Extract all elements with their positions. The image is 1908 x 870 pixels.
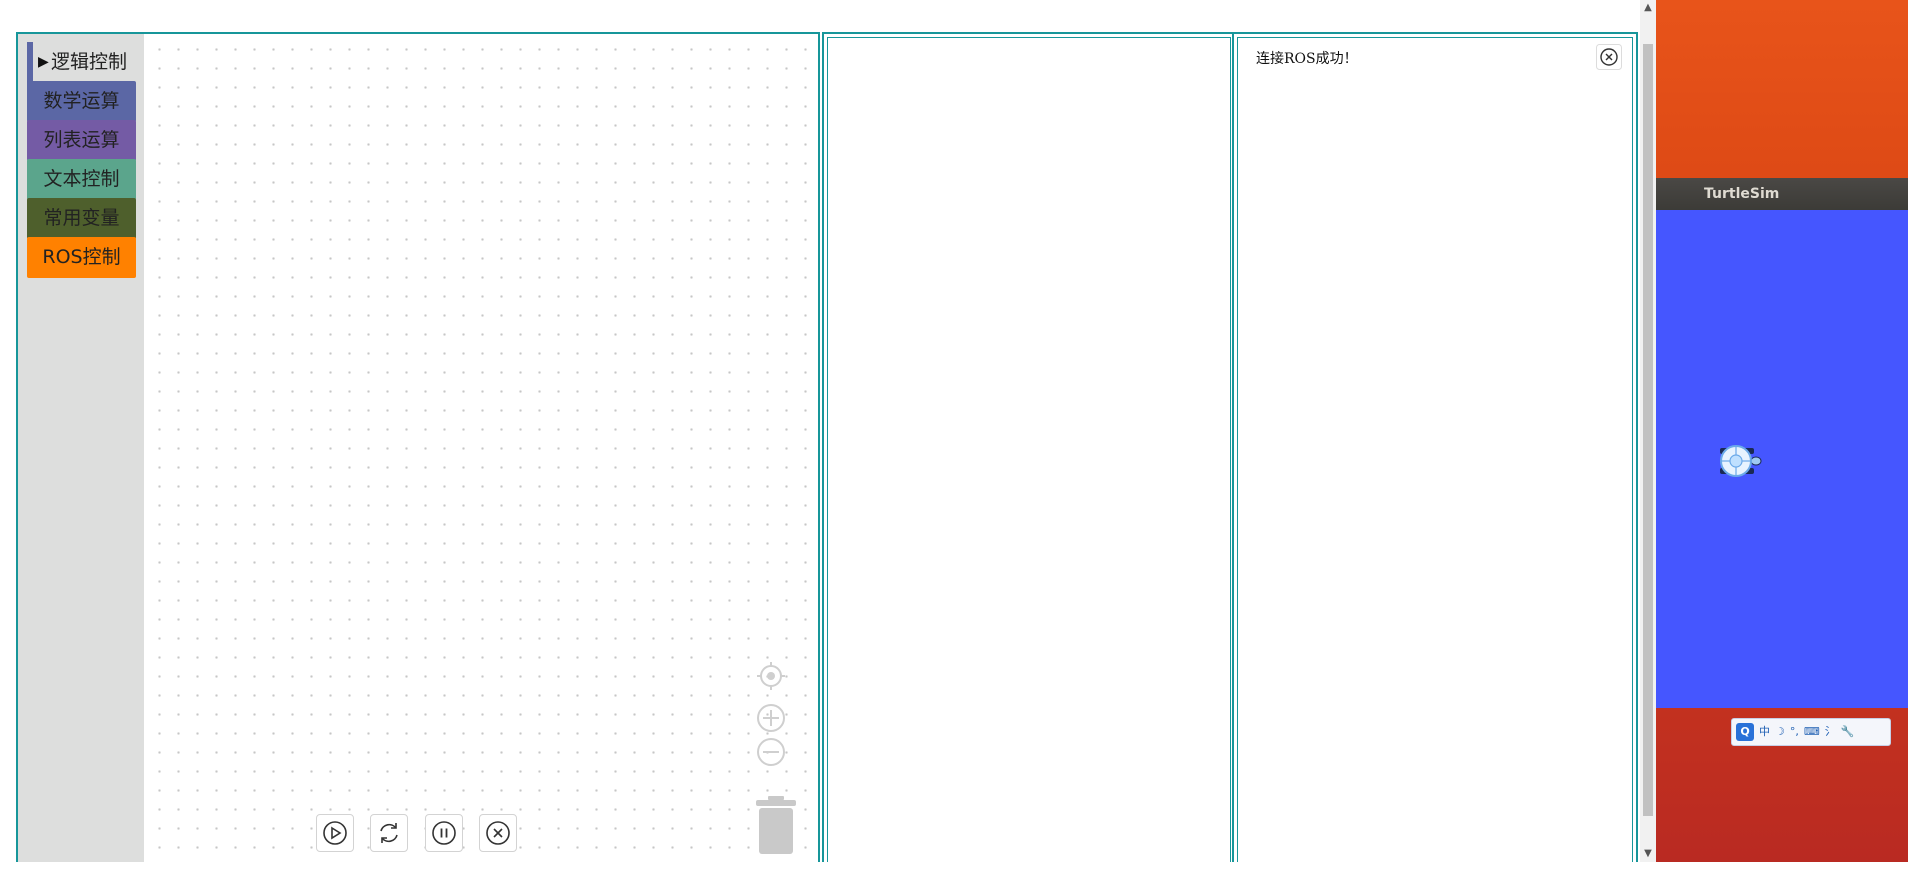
refresh-button[interactable] xyxy=(370,814,408,852)
turtlesim-title: TurtleSim xyxy=(1704,186,1780,202)
category-variables[interactable]: 常用变量 xyxy=(27,198,136,239)
turtlesim-titlebar[interactable]: TurtleSim xyxy=(1656,178,1908,210)
play-icon xyxy=(323,821,347,845)
expand-arrow-icon: ▶ xyxy=(38,54,49,70)
code-panel xyxy=(822,32,1236,866)
code-textarea[interactable] xyxy=(828,38,1234,866)
code-panel-inner xyxy=(827,37,1234,866)
tray-moon-icon[interactable]: ☽ xyxy=(1775,723,1785,741)
console-panel: 连接ROS成功！ xyxy=(1232,32,1638,862)
blockly-workspace: ▶ 逻辑控制 数学运算 列表运算 文本控制 常用变量 ROS控制 xyxy=(16,32,820,862)
app-container: ▶ 逻辑控制 数学运算 列表运算 文本控制 常用变量 ROS控制 连接ROS成功… xyxy=(16,32,1638,866)
tray-q-icon[interactable]: Q xyxy=(1736,723,1754,741)
stop-icon xyxy=(486,821,510,845)
zoom-out-icon[interactable] xyxy=(756,737,786,767)
tray-chinese-mode[interactable]: 中 xyxy=(1759,723,1770,741)
category-math[interactable]: 数学运算 xyxy=(27,81,136,122)
turtlesim-canvas xyxy=(1656,210,1908,708)
console-panel-inner: 连接ROS成功！ xyxy=(1237,37,1633,862)
console-message: 连接ROS成功！ xyxy=(1256,51,1358,67)
browser-page: ▶ 逻辑控制 数学运算 列表运算 文本控制 常用变量 ROS控制 连接ROS成功… xyxy=(0,0,1656,866)
tray-punctuation-icon[interactable]: °, xyxy=(1790,723,1799,741)
recenter-icon[interactable] xyxy=(756,661,786,691)
category-text[interactable]: 文本控制 xyxy=(27,159,136,200)
category-ros[interactable]: ROS控制 xyxy=(27,237,136,278)
category-logic[interactable]: ▶ 逻辑控制 xyxy=(27,42,136,83)
turtle-icon xyxy=(1720,445,1762,477)
pause-icon xyxy=(432,821,456,845)
scroll-down-icon[interactable]: ▼ xyxy=(1640,846,1656,862)
refresh-icon xyxy=(380,823,398,843)
page-scrollbar[interactable]: ▲ ▼ xyxy=(1640,0,1656,862)
tray-keyboard-icon[interactable]: ⌨ xyxy=(1804,723,1820,741)
desktop-background: TurtleSim Q 中 ☽ °, ⌨ ⺡ 🔧 xyxy=(1656,0,1908,862)
scroll-up-icon[interactable]: ▲ xyxy=(1640,0,1656,16)
pause-button[interactable] xyxy=(425,814,463,852)
category-color-bar xyxy=(27,42,33,83)
toolbox: ▶ 逻辑控制 数学运算 列表运算 文本控制 常用变量 ROS控制 xyxy=(18,34,144,862)
workspace-canvas[interactable] xyxy=(144,34,818,862)
tray-skin-icon[interactable]: ⺡ xyxy=(1825,723,1836,741)
close-icon[interactable] xyxy=(1596,44,1622,70)
trash-icon[interactable] xyxy=(754,796,798,856)
input-method-tray: Q 中 ☽ °, ⌨ ⺡ 🔧 xyxy=(1731,718,1891,746)
tray-wrench-icon[interactable]: 🔧 xyxy=(1841,723,1855,741)
category-label: 逻辑控制 xyxy=(51,51,128,73)
scroll-thumb[interactable] xyxy=(1643,44,1653,816)
category-lists[interactable]: 列表运算 xyxy=(27,120,136,161)
zoom-in-icon[interactable] xyxy=(756,703,786,733)
run-button[interactable] xyxy=(316,814,354,852)
stop-button[interactable] xyxy=(479,814,517,852)
